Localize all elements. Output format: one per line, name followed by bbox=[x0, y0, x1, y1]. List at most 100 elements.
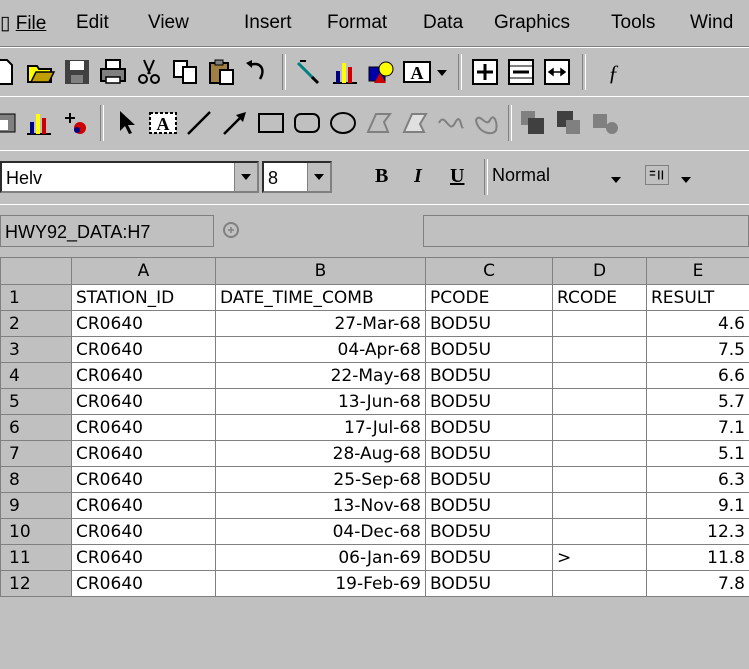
row-header[interactable]: 3 bbox=[0, 336, 72, 363]
cell-c[interactable]: BOD5U bbox=[425, 310, 553, 337]
cell-b[interactable]: 06-Jan-69 bbox=[215, 544, 426, 571]
row-header[interactable]: 9 bbox=[0, 492, 72, 519]
cell-d[interactable] bbox=[552, 518, 647, 545]
underline-button[interactable]: U bbox=[450, 165, 464, 188]
cell-d[interactable] bbox=[552, 570, 647, 597]
drawing-icon[interactable] bbox=[364, 55, 398, 89]
text-box-icon[interactable]: A bbox=[400, 55, 434, 89]
cell-c[interactable]: PCODE bbox=[425, 284, 553, 311]
rounded-rect-icon[interactable] bbox=[290, 106, 324, 140]
row-header[interactable]: 11 bbox=[0, 544, 72, 571]
cell-b[interactable]: 17-Jul-68 bbox=[215, 414, 426, 441]
cell-a[interactable]: CR0640 bbox=[71, 518, 216, 545]
cell-c[interactable]: BOD5U bbox=[425, 362, 553, 389]
chevron-down-icon[interactable] bbox=[234, 163, 257, 191]
cell-a[interactable]: CR0640 bbox=[71, 362, 216, 389]
column-header-d[interactable]: D bbox=[552, 257, 647, 285]
menu-data[interactable]: Data bbox=[423, 12, 463, 34]
row-header[interactable]: 5 bbox=[0, 388, 72, 415]
dropdown-arrow-icon[interactable] bbox=[432, 55, 452, 89]
italic-button[interactable]: I bbox=[414, 165, 422, 188]
cell-a[interactable]: CR0640 bbox=[71, 388, 216, 415]
cell-e[interactable]: 5.7 bbox=[646, 388, 749, 415]
cut-icon[interactable] bbox=[132, 55, 166, 89]
style-name-combo[interactable]: Normal bbox=[492, 165, 550, 186]
menu-window[interactable]: Wind bbox=[690, 12, 733, 34]
cell-b[interactable]: 27-Mar-68 bbox=[215, 310, 426, 337]
column-header-e[interactable]: E bbox=[646, 257, 749, 285]
cell-d[interactable] bbox=[552, 362, 647, 389]
add-point-icon[interactable] bbox=[58, 106, 92, 140]
cell-c[interactable]: BOD5U bbox=[425, 518, 553, 545]
polygon-icon[interactable] bbox=[362, 106, 396, 140]
row-header[interactable]: 6 bbox=[0, 414, 72, 441]
cell-c[interactable]: BOD5U bbox=[425, 440, 553, 467]
row-header[interactable]: 4 bbox=[0, 362, 72, 389]
chart-wizard-icon[interactable] bbox=[328, 55, 362, 89]
cell-e[interactable]: RESULT bbox=[646, 284, 749, 311]
cell-e[interactable]: 5.1 bbox=[646, 440, 749, 467]
menu-edit[interactable]: Edit bbox=[76, 12, 109, 34]
menu-tools[interactable]: Tools bbox=[611, 12, 655, 34]
cell-a[interactable]: STATION_ID bbox=[71, 284, 216, 311]
cell-b[interactable]: 28-Aug-68 bbox=[215, 440, 426, 467]
cell-e[interactable]: 7.1 bbox=[646, 414, 749, 441]
cell-d[interactable]: RCODE bbox=[552, 284, 647, 311]
cell-a[interactable]: CR0640 bbox=[71, 466, 216, 493]
print-icon[interactable] bbox=[96, 55, 130, 89]
cell-a[interactable]: CR0640 bbox=[71, 414, 216, 441]
row-header[interactable]: 2 bbox=[0, 310, 72, 337]
copy-icon[interactable] bbox=[168, 55, 202, 89]
row-header[interactable]: 12 bbox=[0, 570, 72, 597]
cell-c[interactable]: BOD5U bbox=[425, 388, 553, 415]
cell-d[interactable] bbox=[552, 310, 647, 337]
group-icon[interactable] bbox=[588, 106, 622, 140]
menu-file[interactable]: ▯ File bbox=[0, 12, 46, 35]
rectangle-icon[interactable] bbox=[254, 106, 288, 140]
cell-d[interactable] bbox=[552, 440, 647, 467]
cell-e[interactable]: 7.5 bbox=[646, 336, 749, 363]
cell-a[interactable]: CR0640 bbox=[71, 310, 216, 337]
menu-format[interactable]: Format bbox=[327, 12, 387, 34]
bold-button[interactable]: B bbox=[375, 165, 388, 188]
cell-b[interactable]: 13-Nov-68 bbox=[215, 492, 426, 519]
fit-column-icon[interactable] bbox=[540, 55, 574, 89]
row-header[interactable]: 10 bbox=[0, 518, 72, 545]
column-header-a[interactable]: A bbox=[71, 257, 216, 285]
column-header-b[interactable]: B bbox=[215, 257, 426, 285]
column-header-c[interactable]: C bbox=[425, 257, 553, 285]
line-icon[interactable] bbox=[182, 106, 216, 140]
cell-c[interactable]: BOD5U bbox=[425, 336, 553, 363]
cell-a[interactable]: CR0640 bbox=[71, 440, 216, 467]
cell-c[interactable]: BOD5U bbox=[425, 570, 553, 597]
select-all-corner[interactable] bbox=[0, 257, 72, 285]
function-icon[interactable]: ƒ bbox=[596, 55, 630, 89]
menu-view[interactable]: View bbox=[148, 12, 189, 34]
cell-e[interactable]: 9.1 bbox=[646, 492, 749, 519]
cell-d[interactable] bbox=[552, 466, 647, 493]
number-format-icon[interactable] bbox=[645, 165, 669, 185]
cell-e[interactable]: 6.3 bbox=[646, 466, 749, 493]
menu-graphics[interactable]: Graphics bbox=[494, 12, 570, 34]
format-painter-icon[interactable] bbox=[292, 55, 326, 89]
cell-b[interactable]: 25-Sep-68 bbox=[215, 466, 426, 493]
cell-b[interactable]: 04-Dec-68 bbox=[215, 518, 426, 545]
curve-icon[interactable] bbox=[434, 106, 468, 140]
cell-b[interactable]: 19-Feb-69 bbox=[215, 570, 426, 597]
cell-b[interactable]: 22-May-68 bbox=[215, 362, 426, 389]
cell-b[interactable]: 13-Jun-68 bbox=[215, 388, 426, 415]
row-header[interactable]: 7 bbox=[0, 440, 72, 467]
name-box[interactable]: HWY92_DATA:H7 bbox=[0, 215, 214, 247]
ellipse-icon[interactable] bbox=[326, 106, 360, 140]
menu-insert[interactable]: Insert bbox=[244, 12, 292, 34]
font-name-combo[interactable]: Helv bbox=[0, 161, 259, 193]
cell-e[interactable]: 6.6 bbox=[646, 362, 749, 389]
cell-d[interactable]: > bbox=[552, 544, 647, 571]
paste-icon[interactable] bbox=[204, 55, 238, 89]
text-tool-icon[interactable]: A bbox=[146, 106, 180, 140]
cell-d[interactable] bbox=[552, 414, 647, 441]
font-size-combo[interactable]: 8 bbox=[262, 161, 332, 193]
record-icon[interactable] bbox=[0, 106, 22, 140]
cell-e[interactable]: 11.8 bbox=[646, 544, 749, 571]
arrow-icon[interactable] bbox=[218, 106, 252, 140]
